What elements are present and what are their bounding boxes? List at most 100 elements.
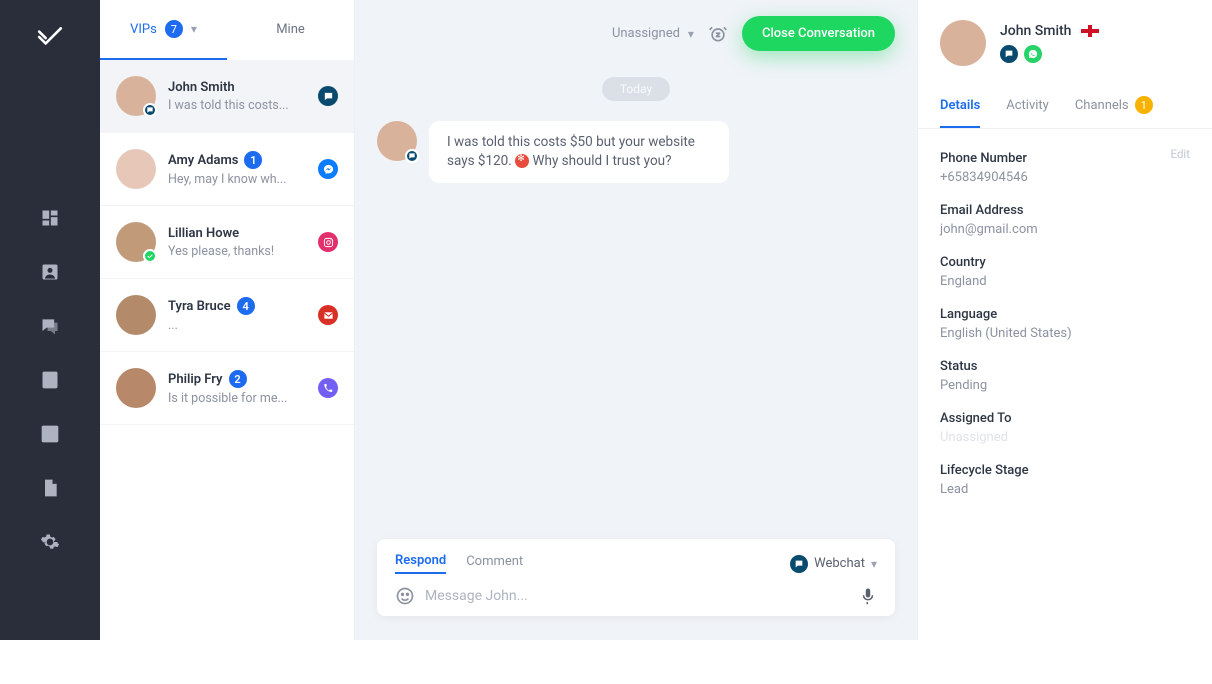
field-label: Assigned To: [940, 411, 1190, 426]
webchat-icon: [405, 149, 419, 163]
message-input[interactable]: [425, 588, 849, 604]
composer-channel-label: Webchat: [814, 556, 865, 571]
contact-header: John Smith: [918, 0, 1212, 76]
field-value: Unassigned: [940, 430, 1190, 445]
detail-tab-channels[interactable]: Channels 1: [1075, 86, 1153, 128]
field-value: john@gmail.com: [940, 222, 1190, 237]
avatar: [116, 295, 156, 335]
webchat-icon: [1000, 45, 1018, 63]
inbox-tab-label: VIPs: [130, 22, 157, 37]
nav-forms-icon[interactable]: [40, 370, 60, 390]
field-label: Phone Number: [940, 151, 1190, 166]
unread-badge: 1: [244, 151, 262, 169]
instagram-icon: [318, 232, 338, 252]
detail-fields: Edit Phone Number+65834904546 Email Addr…: [918, 129, 1212, 533]
inbox-tabs: VIPs 7 ▾ Mine: [100, 0, 354, 60]
conversation-list-item[interactable]: Philip Fry 2 Is it possible for me...: [100, 352, 354, 425]
day-separator: Today: [602, 77, 670, 101]
nav-reports-icon[interactable]: [40, 424, 60, 444]
assign-dropdown[interactable]: Unassigned ▾: [612, 26, 694, 41]
unread-badge: 2: [229, 370, 247, 388]
detail-tabs: Details Activity Channels 1: [918, 86, 1212, 129]
whatsapp-icon: [1024, 45, 1042, 63]
avatar: [116, 222, 156, 262]
conversation-list-item[interactable]: Amy Adams 1 Hey, may I know wh...: [100, 133, 354, 206]
unread-badge: 4: [237, 297, 255, 315]
chevron-down-icon: ▾: [688, 27, 694, 41]
webchat-icon: [318, 86, 338, 106]
close-conversation-button[interactable]: Close Conversation: [742, 16, 895, 51]
message-list: I was told this costs $50 but your websi…: [355, 121, 917, 527]
contact-name: John Smith: [1000, 23, 1071, 39]
assign-label: Unassigned: [612, 26, 680, 41]
composer-tabs: Respond Comment Webchat ▾: [395, 553, 877, 574]
conversation-preview: Is it possible for me...: [168, 391, 306, 406]
detail-tab-details[interactable]: Details: [940, 86, 980, 128]
webchat-icon: [790, 555, 808, 573]
field-value: Pending: [940, 378, 1190, 393]
conversation-name: Lillian Howe: [168, 226, 239, 241]
field-label: Lifecycle Stage: [940, 463, 1190, 478]
microphone-icon[interactable]: [859, 587, 877, 605]
composer-tab-respond[interactable]: Respond: [395, 553, 446, 574]
composer-channel-select[interactable]: Webchat ▾: [790, 555, 877, 573]
field-label: Email Address: [940, 203, 1190, 218]
side-nav: [0, 0, 100, 640]
chevron-down-icon: ▾: [191, 22, 197, 36]
field-value: England: [940, 274, 1190, 289]
viber-icon: [318, 378, 338, 398]
composer: Respond Comment Webchat ▾: [377, 539, 895, 616]
chevron-down-icon: ▾: [871, 557, 877, 571]
conversation-preview: I was told this costs...: [168, 98, 306, 113]
inbox-column: VIPs 7 ▾ Mine John Smith I was told this…: [100, 0, 355, 640]
field-value: Lead: [940, 482, 1190, 497]
contact-avatar: [940, 20, 986, 66]
conversation-header: Unassigned ▾ Close Conversation: [355, 0, 917, 67]
field-label: Status: [940, 359, 1190, 374]
inbox-tab-label: Mine: [276, 22, 305, 37]
conversation-name: Philip Fry: [168, 372, 223, 387]
conversation-panel: Unassigned ▾ Close Conversation Today I …: [355, 0, 917, 640]
field-value: English (United States): [940, 326, 1190, 341]
message-row: I was told this costs $50 but your websi…: [377, 121, 895, 183]
avatar: [116, 149, 156, 189]
message-bubble: I was told this costs $50 but your websi…: [429, 121, 729, 183]
inbox-tab-vips[interactable]: VIPs 7 ▾: [100, 0, 227, 60]
conversation-preview: ...: [168, 318, 306, 333]
logo-icon: [37, 24, 63, 54]
conversation-list-item[interactable]: Tyra Bruce 4 ...: [100, 279, 354, 352]
message-text-post: Why should I trust you?: [529, 153, 671, 169]
snooze-icon[interactable]: [708, 24, 728, 44]
field-label: Country: [940, 255, 1190, 270]
conversation-name: Amy Adams: [168, 153, 238, 168]
swearing-emoji-icon: [515, 154, 529, 168]
channel-count-badge: 1: [1135, 96, 1153, 114]
conversation-list-item[interactable]: Lillian Howe Yes please, thanks!: [100, 206, 354, 279]
inbox-tab-count: 7: [165, 20, 183, 38]
avatar: [116, 368, 156, 408]
inbox-tab-mine[interactable]: Mine: [227, 0, 354, 60]
gmail-icon: [318, 305, 338, 325]
field-value: +65834904546: [940, 170, 1190, 185]
emoji-icon[interactable]: [395, 586, 415, 606]
avatar: [116, 76, 156, 116]
conversation-name: John Smith: [168, 80, 235, 95]
message-avatar: [377, 121, 417, 161]
detail-tab-activity[interactable]: Activity: [1006, 86, 1049, 128]
online-dot-icon: [143, 249, 157, 263]
flag-england-icon: [1081, 25, 1099, 37]
detail-tab-label: Channels: [1075, 98, 1129, 113]
conversation-name: Tyra Bruce: [168, 299, 231, 314]
nav-dashboard-icon[interactable]: [40, 208, 60, 228]
conversation-preview: Yes please, thanks!: [168, 244, 306, 259]
nav-settings-icon[interactable]: [40, 532, 60, 552]
conversation-list-item[interactable]: John Smith I was told this costs...: [100, 60, 354, 133]
composer-tab-comment[interactable]: Comment: [466, 554, 523, 573]
nav-files-icon[interactable]: [40, 478, 60, 498]
webchat-icon: [143, 103, 157, 117]
nav-contacts-icon[interactable]: [40, 262, 60, 282]
messenger-icon: [318, 159, 338, 179]
details-panel: John Smith Details Activity Channels 1 E…: [917, 0, 1212, 640]
nav-messages-icon[interactable]: [40, 316, 60, 336]
field-label: Language: [940, 307, 1190, 322]
